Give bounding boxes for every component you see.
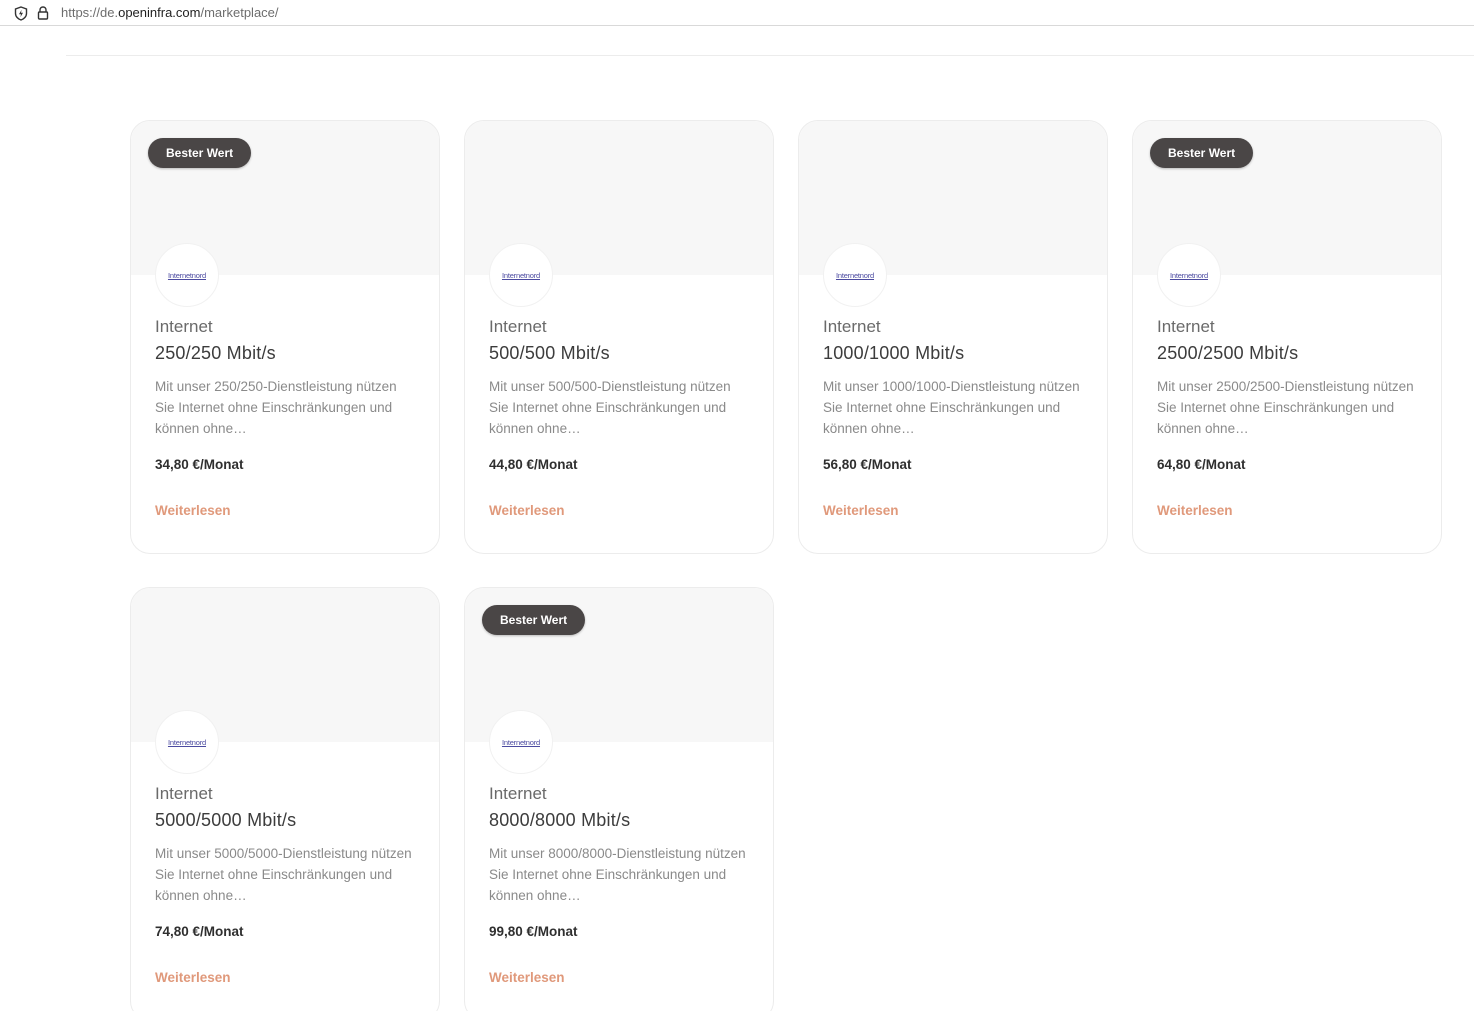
provider-logo-text: Internetnord: [835, 270, 875, 280]
browser-address-bar[interactable]: https://de.openinfra.com/marketplace/: [0, 0, 1474, 26]
product-category: Internet: [155, 784, 213, 803]
product-category: Internet: [489, 784, 547, 803]
read-more-link[interactable]: Weiterlesen: [489, 970, 565, 985]
product-card[interactable]: Bester Wert Internetnord Internet 250/25…: [130, 120, 440, 554]
url-prefix: https://de.: [61, 5, 119, 20]
product-speed[interactable]: 8000/8000 Mbit/s: [489, 810, 630, 831]
product-description: Mit unser 1000/1000-Dienstleistung nütze…: [823, 379, 1080, 436]
lock-icon[interactable]: [35, 5, 51, 21]
provider-logo: Internetnord: [155, 243, 219, 307]
product-description: Mit unser 2500/2500-Dienstleistung nütze…: [1157, 379, 1414, 436]
read-more-link[interactable]: Weiterlesen: [155, 970, 231, 985]
product-speed[interactable]: 1000/1000 Mbit/s: [823, 343, 964, 364]
product-card[interactable]: Internetnord Internet 1000/1000 Mbit/s M…: [798, 120, 1108, 554]
url-host: openinfra.com: [118, 5, 201, 20]
product-speed[interactable]: 2500/2500 Mbit/s: [1157, 343, 1298, 364]
provider-logo: Internetnord: [823, 243, 887, 307]
product-description: Mit unser 500/500-Dienstleistung nützen …: [489, 379, 731, 436]
product-price: 99,80 €/Monat: [489, 924, 578, 939]
best-value-badge: Bester Wert: [1150, 138, 1254, 168]
product-speed[interactable]: 250/250 Mbit/s: [155, 343, 276, 364]
product-speed[interactable]: 5000/5000 Mbit/s: [155, 810, 296, 831]
product-price: 64,80 €/Monat: [1157, 457, 1246, 472]
product-card[interactable]: Internetnord Internet 500/500 Mbit/s Mit…: [464, 120, 774, 554]
read-more-link[interactable]: Weiterlesen: [155, 503, 231, 518]
provider-logo: Internetnord: [489, 243, 553, 307]
product-description: Mit unser 250/250-Dienstleistung nützen …: [155, 379, 397, 436]
provider-logo: Internetnord: [489, 710, 553, 774]
product-category: Internet: [489, 317, 547, 336]
product-price: 56,80 €/Monat: [823, 457, 912, 472]
product-description: Mit unser 5000/5000-Dienstleistung nütze…: [155, 846, 412, 903]
provider-logo-text: Internetnord: [167, 270, 207, 280]
provider-logo-text: Internetnord: [1169, 270, 1209, 280]
product-card[interactable]: Internetnord Internet 5000/5000 Mbit/s M…: [130, 587, 440, 1011]
header-divider: [66, 55, 1474, 56]
read-more-link[interactable]: Weiterlesen: [489, 503, 565, 518]
url-field[interactable]: https://de.openinfra.com/marketplace/: [61, 5, 279, 20]
best-value-badge: Bester Wert: [148, 138, 252, 168]
read-more-link[interactable]: Weiterlesen: [1157, 503, 1233, 518]
product-card[interactable]: Bester Wert Internetnord Internet 8000/8…: [464, 587, 774, 1011]
provider-logo-text: Internetnord: [501, 737, 541, 747]
product-category: Internet: [1157, 317, 1215, 336]
read-more-link[interactable]: Weiterlesen: [823, 503, 899, 518]
product-category: Internet: [155, 317, 213, 336]
url-path: /marketplace/: [200, 5, 279, 20]
provider-logo: Internetnord: [1157, 243, 1221, 307]
product-price: 34,80 €/Monat: [155, 457, 244, 472]
best-value-badge: Bester Wert: [482, 605, 586, 635]
product-price: 44,80 €/Monat: [489, 457, 578, 472]
provider-logo-text: Internetnord: [501, 270, 541, 280]
provider-logo-text: Internetnord: [167, 737, 207, 747]
product-price: 74,80 €/Monat: [155, 924, 244, 939]
product-card[interactable]: Bester Wert Internetnord Internet 2500/2…: [1132, 120, 1442, 554]
product-category: Internet: [823, 317, 881, 336]
shield-icon[interactable]: [13, 5, 29, 21]
product-description: Mit unser 8000/8000-Dienstleistung nütze…: [489, 846, 746, 903]
provider-logo: Internetnord: [155, 710, 219, 774]
product-speed[interactable]: 500/500 Mbit/s: [489, 343, 610, 364]
